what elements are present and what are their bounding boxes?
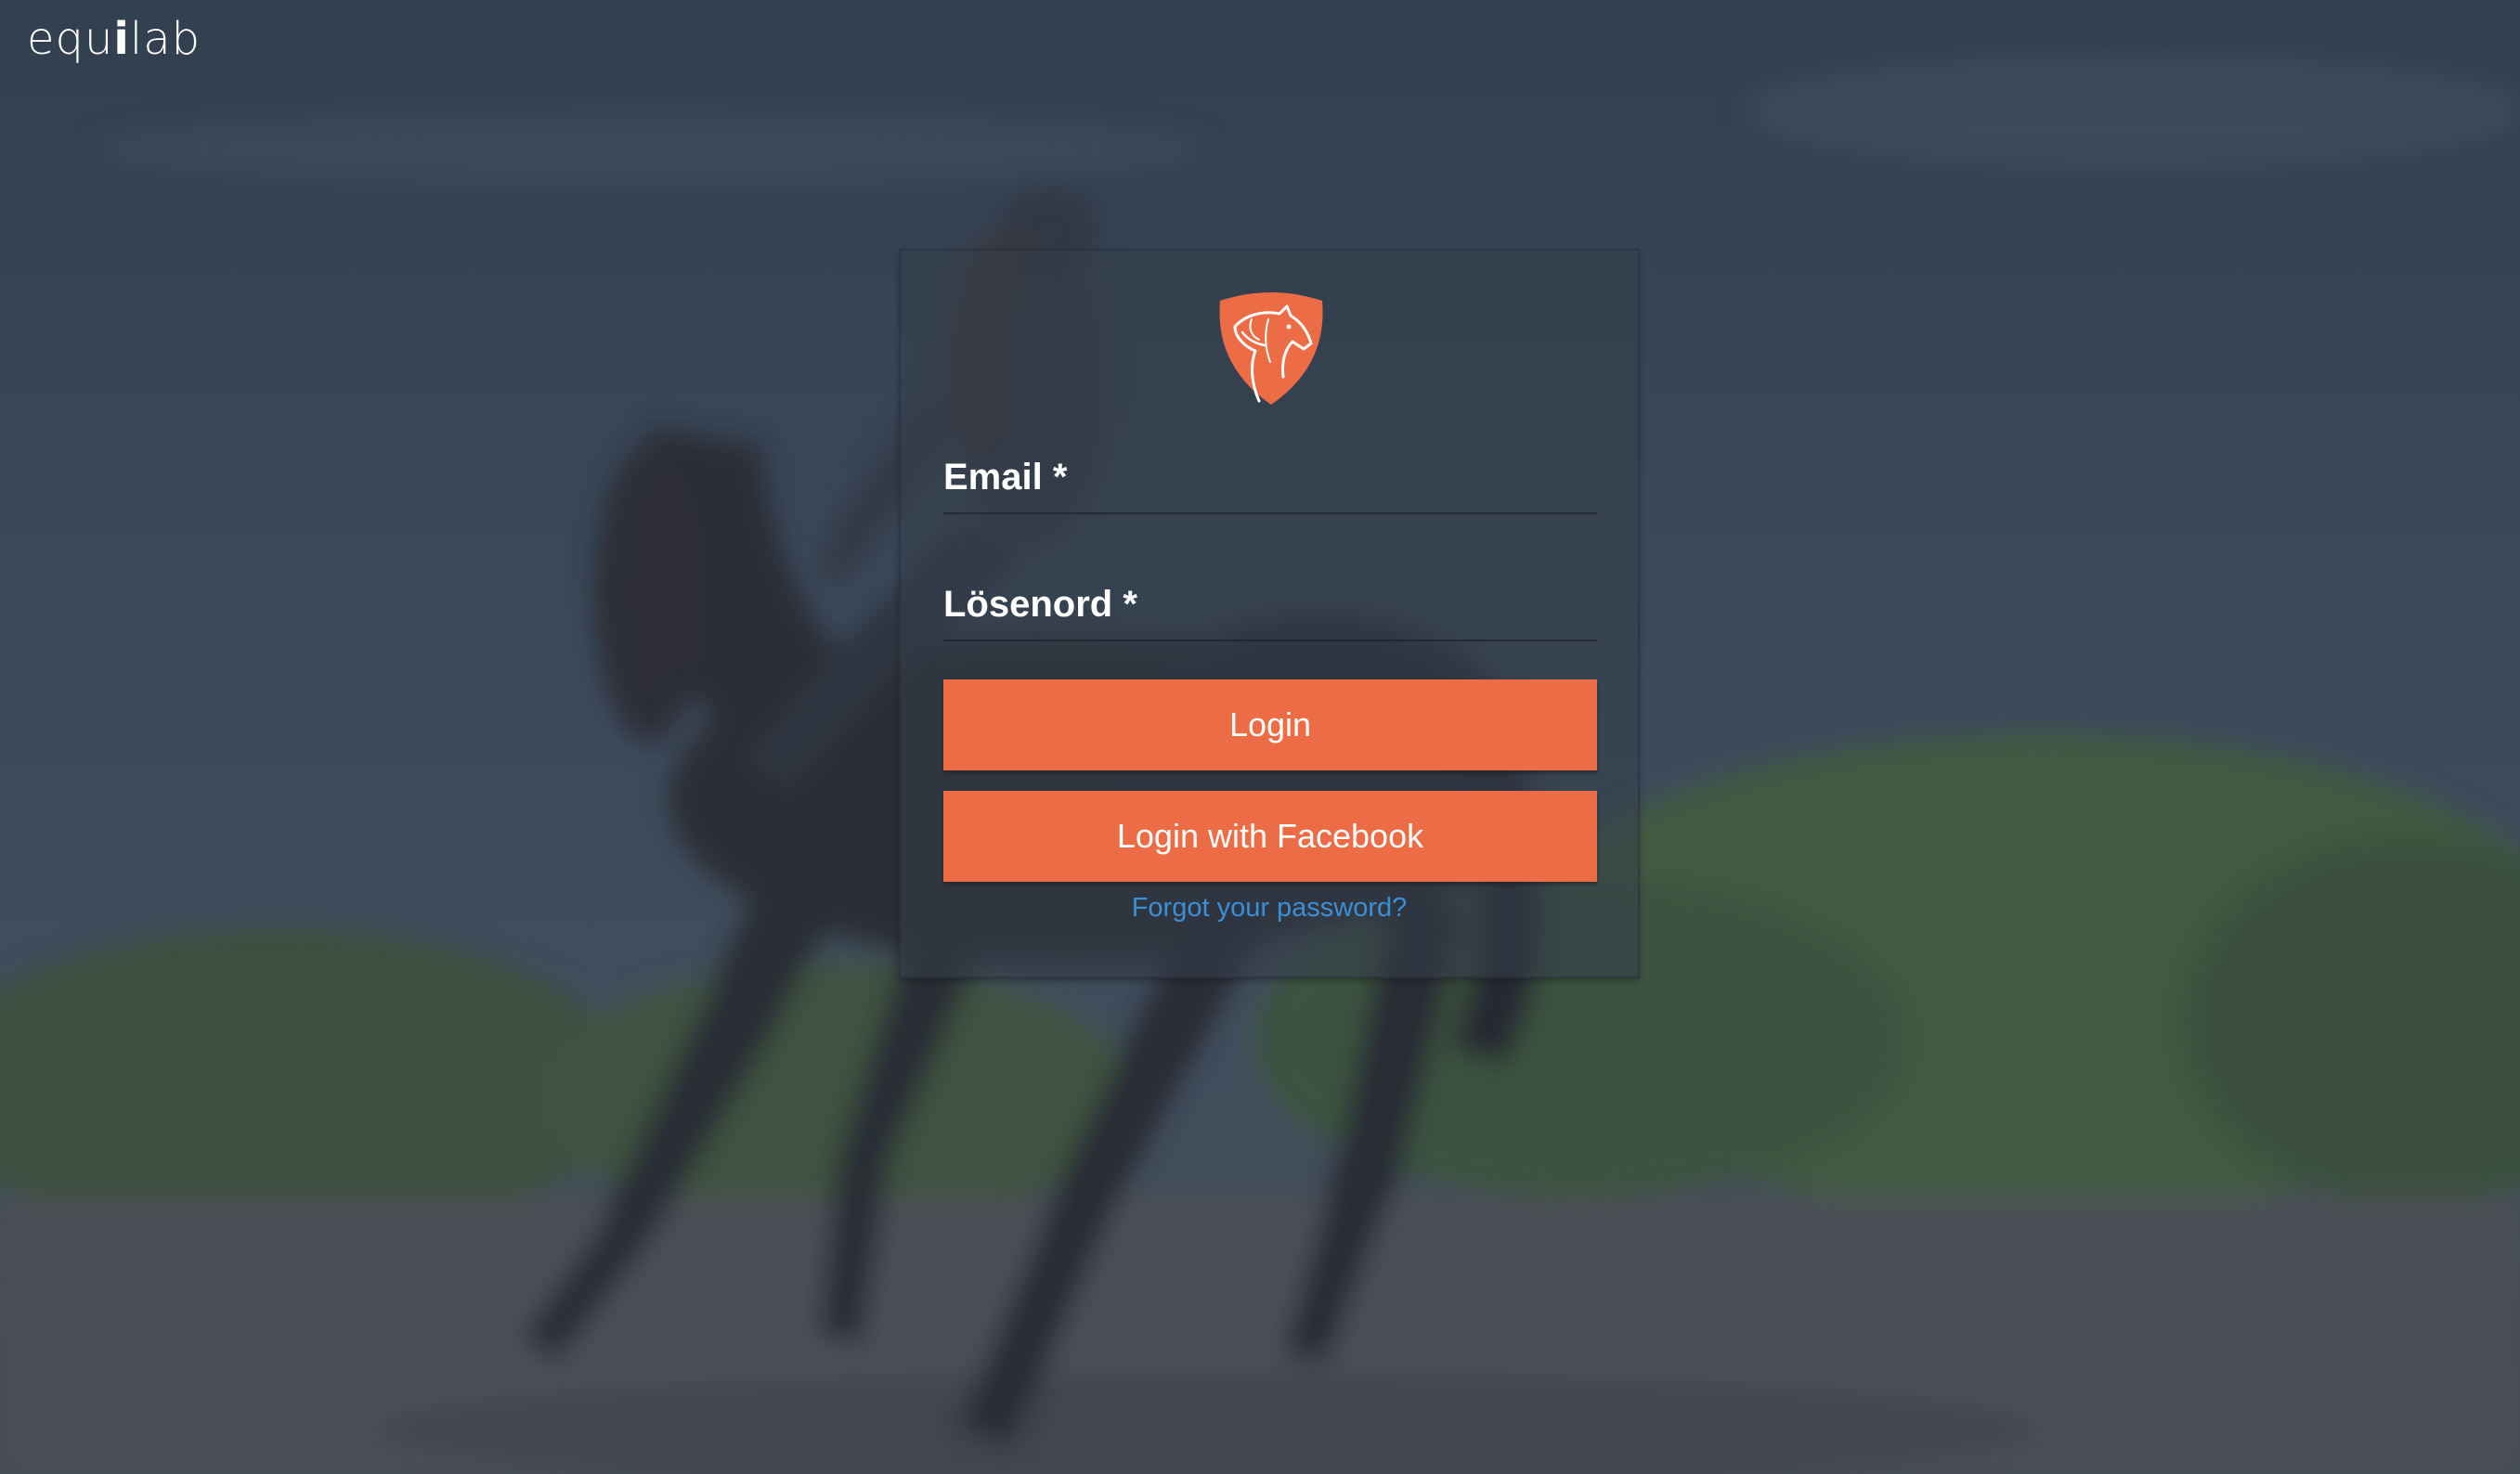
email-input[interactable]: [943, 447, 1601, 514]
forgot-password-link[interactable]: Forgot your password?: [901, 893, 1638, 924]
login-page: equilab Email * Lösenord * Login Login w…: [0, 0, 2520, 1474]
login-with-facebook-button[interactable]: Login with Facebook: [943, 791, 1597, 882]
brand-name-mark: i: [113, 13, 130, 65]
email-field: Email *: [943, 447, 1601, 514]
brand-name-part2: lab: [129, 13, 201, 65]
login-button[interactable]: Login: [943, 679, 1597, 770]
password-field: Lösenord *: [943, 575, 1601, 641]
password-input[interactable]: [943, 575, 1601, 641]
horse-head-shield-icon: [1219, 292, 1323, 405]
brand-logo: equilab: [27, 13, 201, 65]
brand-name-part1: equ: [27, 13, 114, 65]
login-card: Email * Lösenord * Login Login with Face…: [899, 249, 1640, 978]
